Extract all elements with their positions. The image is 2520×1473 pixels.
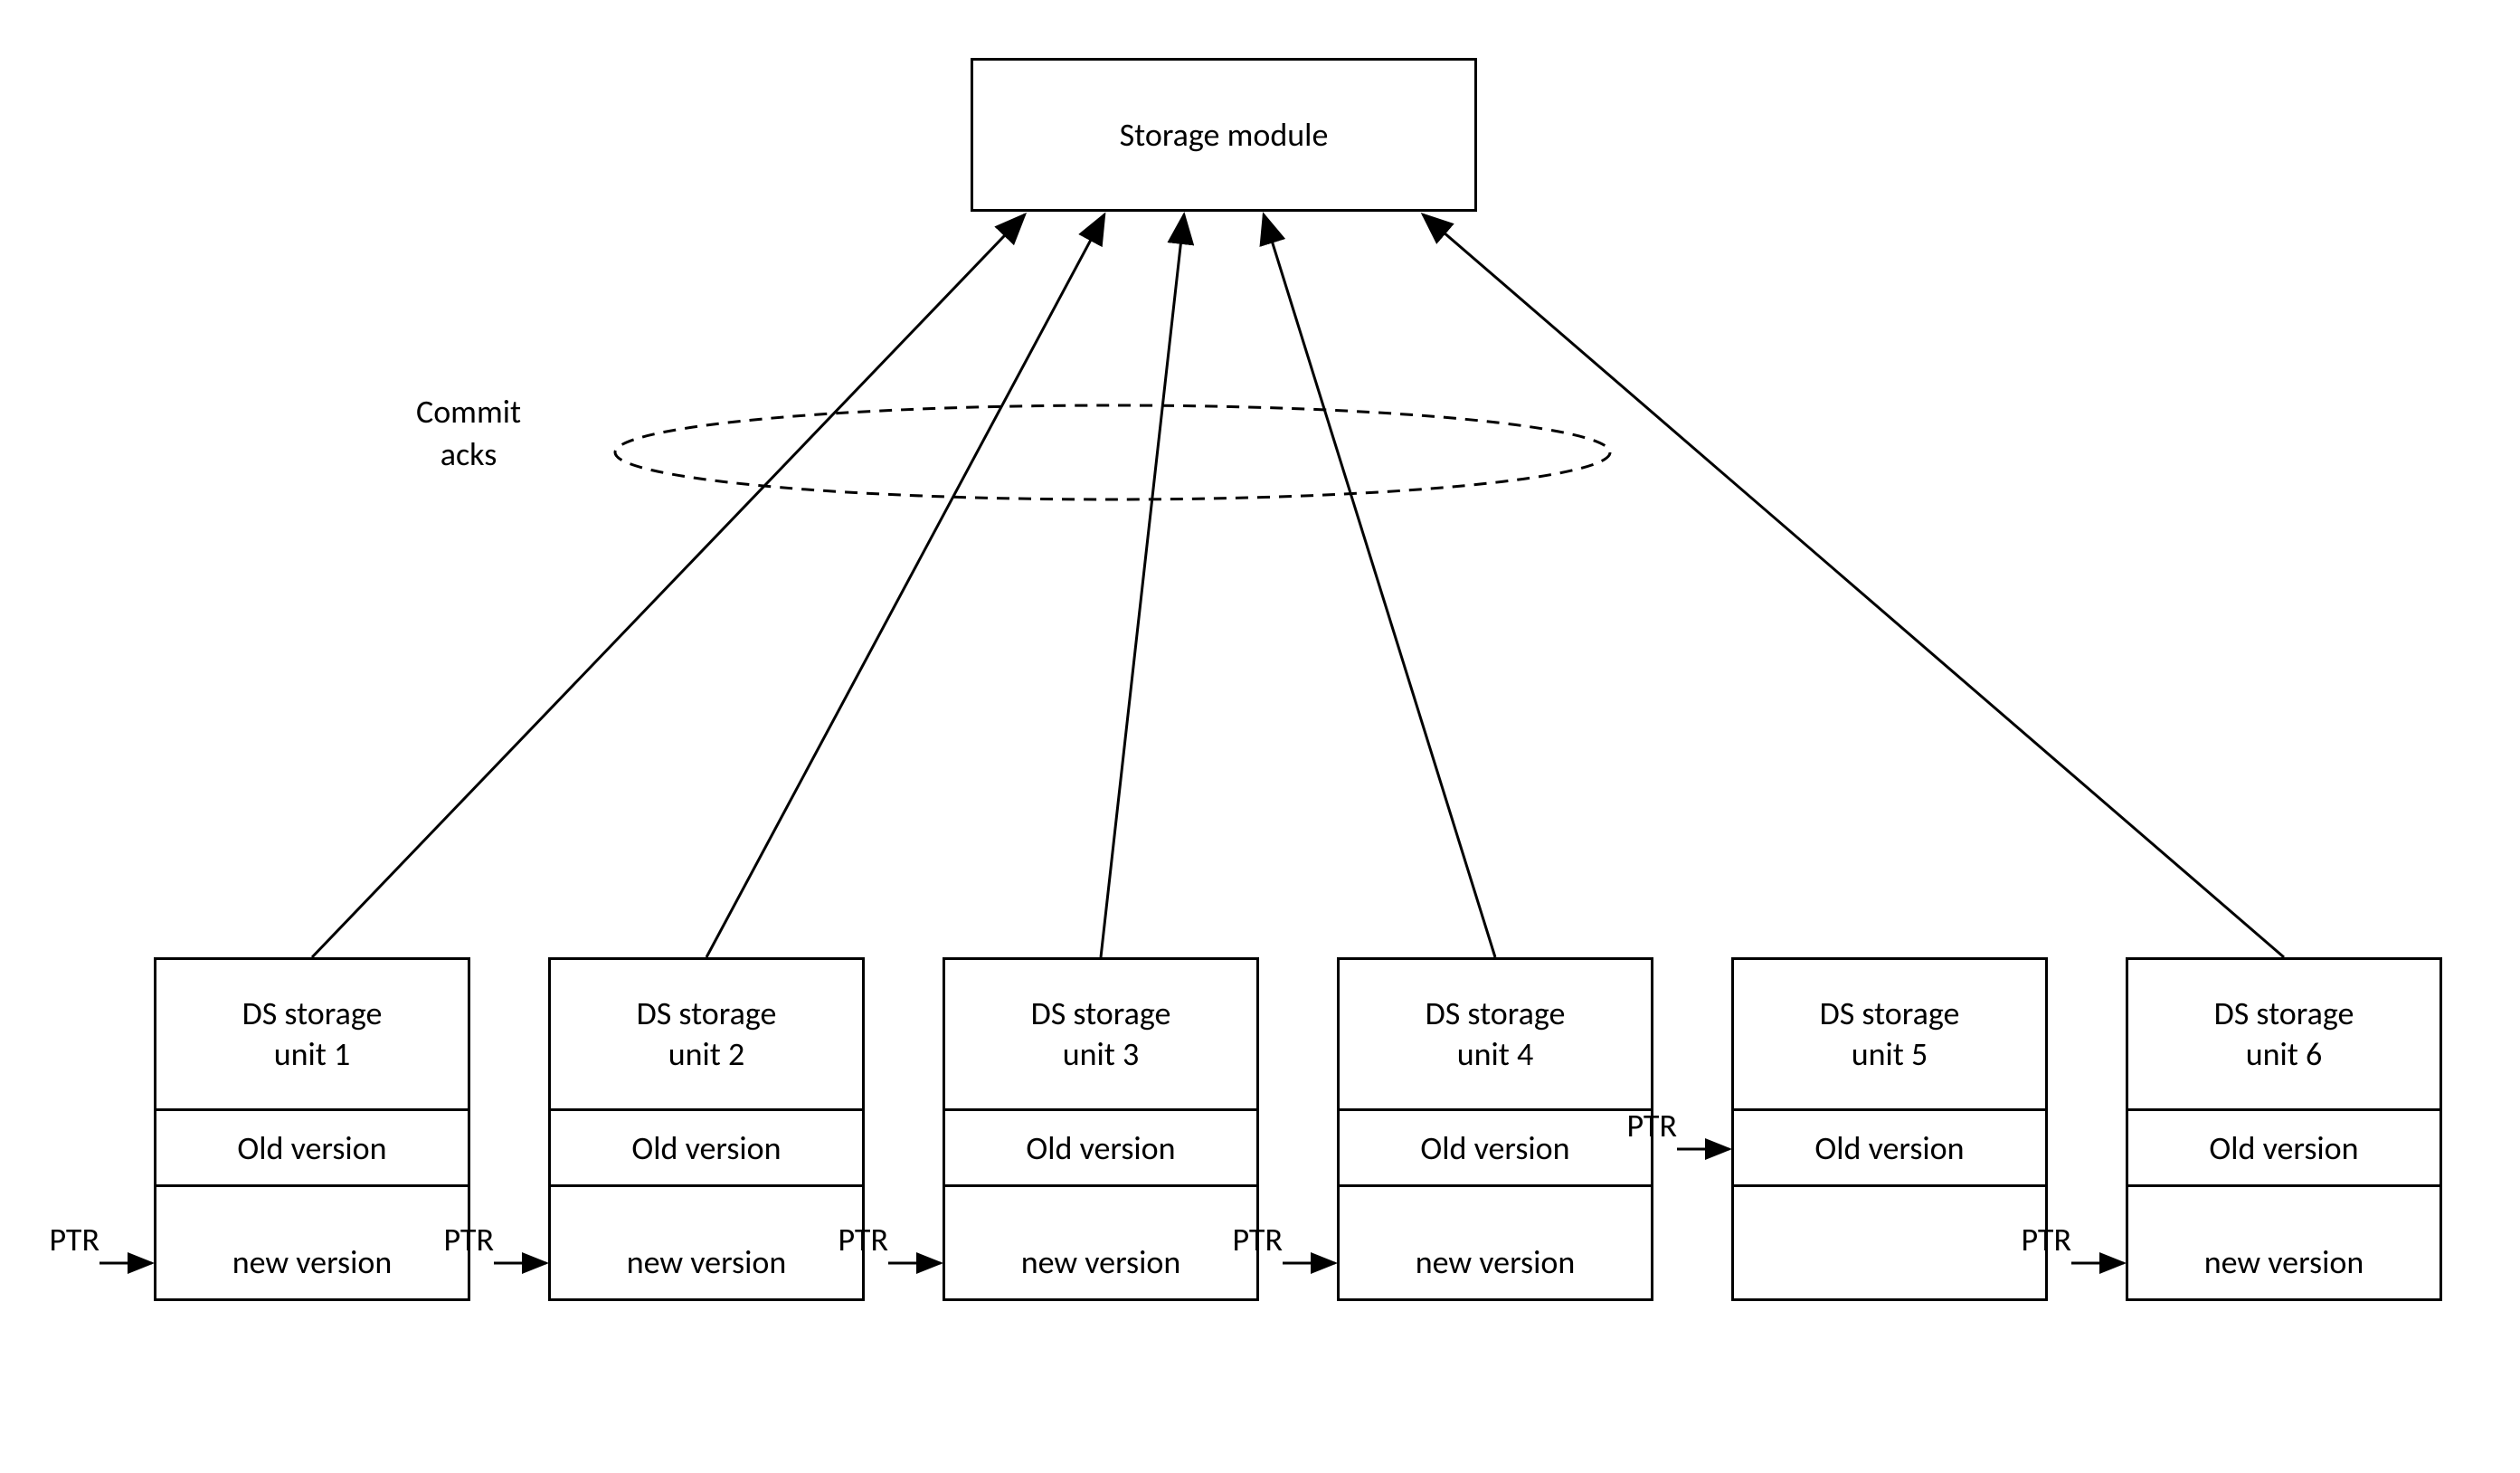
ack-arrow-1 <box>312 214 1025 957</box>
storage-module-box: Storage module <box>971 58 1477 212</box>
ack-arrow-4 <box>1264 214 1495 957</box>
commit-acks-ellipse <box>615 405 1610 499</box>
storage-module-label: Storage module <box>1120 115 1329 155</box>
ack-arrow-3 <box>1101 214 1184 957</box>
ack-arrow-2 <box>706 214 1104 957</box>
diagram-lines <box>0 0 2520 1473</box>
ack-arrow-6 <box>1423 214 2284 957</box>
